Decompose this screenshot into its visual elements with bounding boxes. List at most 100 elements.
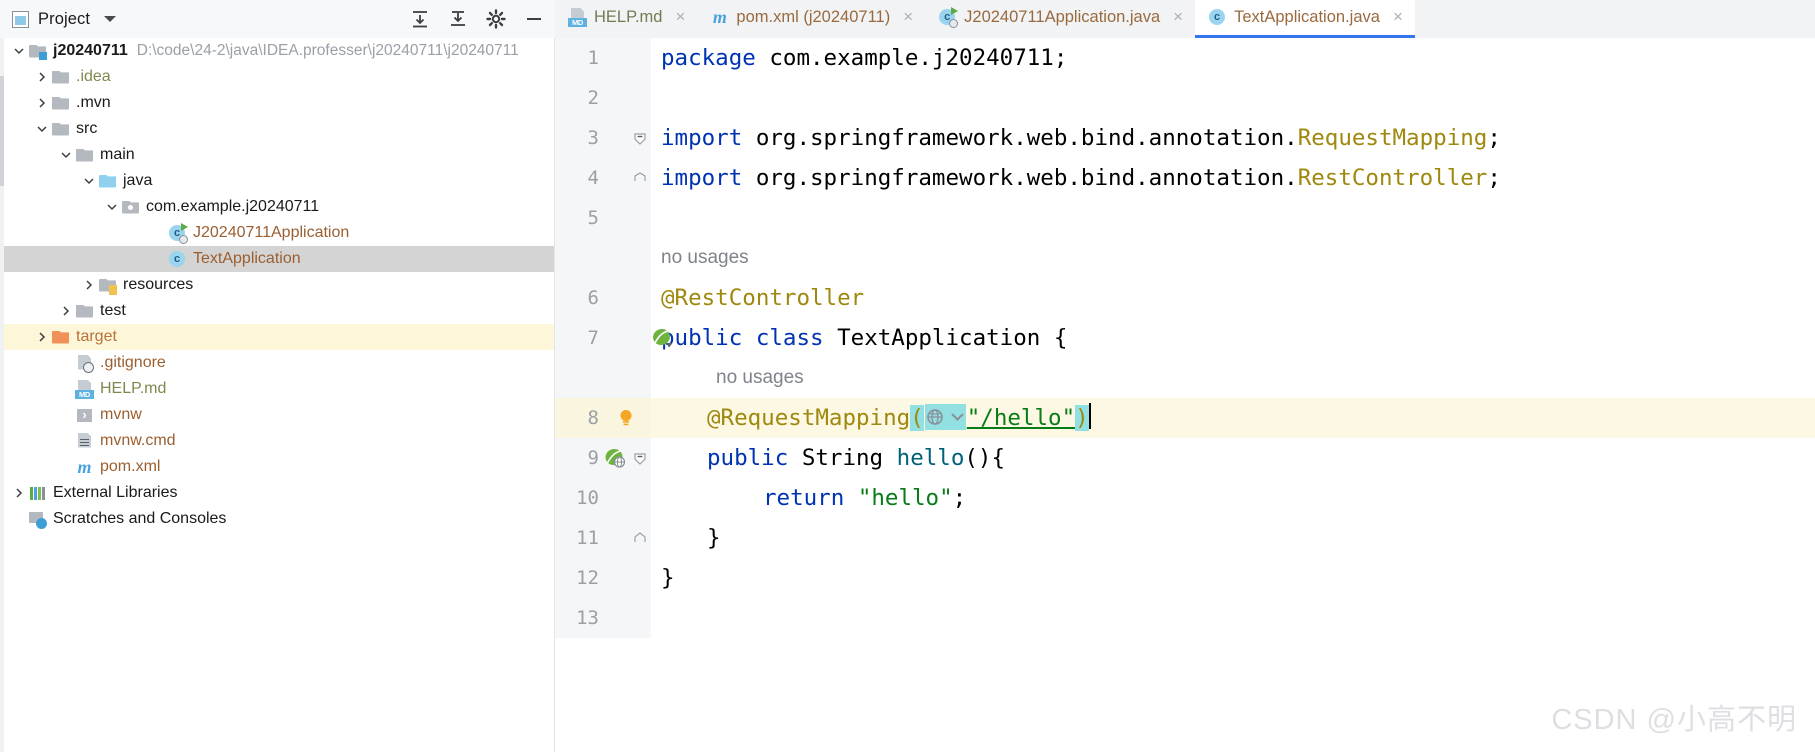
chevron-down-icon[interactable] (57, 149, 75, 161)
chevron-right-icon[interactable] (33, 97, 51, 109)
source-folder-icon (98, 172, 117, 191)
gutter-8: 8 (555, 398, 651, 438)
project-tool-window-label: Project (38, 9, 91, 28)
tree-row-help-md[interactable]: HELP.md (0, 376, 554, 402)
tree-row-external-libraries[interactable]: External Libraries (0, 480, 554, 506)
tree-row-gitignore[interactable]: .gitignore (0, 350, 554, 376)
code-line-7[interactable]: 7 public class TextApplication { (555, 318, 1815, 358)
code-line-4[interactable]: 4 import org.springframework.web.bind.an… (555, 158, 1815, 198)
gutter-inlay (555, 358, 651, 398)
tree-row-src[interactable]: src (0, 116, 554, 142)
code-editor[interactable]: 1 package com.example.j20240711; 2 3 imp… (555, 38, 1815, 752)
code-line-6[interactable]: 6 @RestController (555, 278, 1815, 318)
chevron-down-icon[interactable] (103, 201, 121, 213)
code-line-11[interactable]: 11 } (555, 518, 1815, 558)
chevron-down-icon[interactable] (10, 45, 28, 57)
editor-tab-help-md[interactable]: HELP.md × (555, 0, 698, 38)
code-line-10[interactable]: 10 return "hello"; (555, 478, 1815, 518)
inlay-hint-row-class: no usages (555, 238, 1815, 278)
code-line-9[interactable]: 9 public String hello(){ (555, 438, 1815, 478)
close-icon[interactable]: × (903, 8, 913, 27)
code-line-12[interactable]: 12 } (555, 558, 1815, 598)
watermark: CSDN @小高不明 (1551, 704, 1797, 736)
open-brace: { (1053, 325, 1068, 351)
line-number: 12 (576, 567, 599, 589)
tree-row-resources[interactable]: resources (0, 272, 554, 298)
chevron-right-icon[interactable] (80, 279, 98, 291)
tree-row-pom-xml[interactable]: m pom.xml (0, 454, 554, 480)
code-line-3[interactable]: 3 import org.springframework.web.bind.an… (555, 118, 1815, 158)
chevron-down-icon[interactable] (33, 123, 51, 135)
spring-request-mapping-icon[interactable] (603, 447, 627, 469)
chevron-down-icon[interactable] (104, 16, 117, 22)
code-line-2[interactable]: 2 (555, 78, 1815, 118)
code-line-1[interactable]: 1 package com.example.j20240711; (555, 38, 1815, 78)
gear-icon[interactable] (485, 8, 507, 30)
fold-region-end-icon[interactable] (633, 531, 647, 545)
line-number: 1 (587, 47, 599, 69)
chevron-right-icon[interactable] (57, 305, 75, 317)
maven-file-icon: m (77, 456, 92, 477)
close-icon[interactable]: × (1173, 8, 1183, 27)
collapse-all-icon[interactable] (447, 8, 469, 30)
chevron-right-icon[interactable] (33, 331, 51, 343)
tree-scrollbar-thumb[interactable] (0, 76, 4, 186)
inlay-usages-hint[interactable]: no usages (651, 367, 804, 389)
tree-row-scratches-and-consoles[interactable]: Scratches and Consoles (0, 506, 554, 532)
spring-bean-icon[interactable] (651, 327, 675, 349)
editor-tab-textapplication-java[interactable]: TextApplication.java × (1195, 0, 1415, 38)
tree-row-label: src (76, 120, 98, 137)
fold-region-start-icon[interactable] (633, 131, 647, 145)
top-bar: Project MD HELP.md × m pom.xml (j2024071… (0, 0, 1815, 38)
code-line-13[interactable]: 13 (555, 598, 1815, 638)
tree-row-textapplication[interactable]: TextApplication (0, 246, 554, 272)
mapping-path-value[interactable]: "/hello" (967, 405, 1075, 431)
chevron-right-icon[interactable] (33, 71, 51, 83)
gutter-marker (601, 38, 649, 78)
tree-row-test[interactable]: test (0, 298, 554, 324)
minimize-icon[interactable] (523, 8, 545, 30)
tree-row-label: Scratches and Consoles (53, 510, 227, 527)
fold-region-end-icon[interactable] (633, 171, 647, 185)
chevron-right-icon[interactable] (10, 487, 28, 499)
editor-tab-label: pom.xml (j20240711) (736, 8, 891, 26)
fold-region-start-icon[interactable] (633, 451, 647, 465)
tree-row-target[interactable]: target (0, 324, 554, 350)
close-icon[interactable]: × (675, 8, 685, 27)
expand-all-icon[interactable] (409, 8, 431, 30)
tree-row-j20240711application[interactable]: J20240711Application (0, 220, 554, 246)
tree-row-j20240711[interactable]: j20240711 D:\code\24-2\java\IDEA.profess… (0, 38, 554, 64)
gutter-1: 1 (555, 38, 651, 78)
gutter-9: 9 (555, 438, 651, 478)
tree-row-main[interactable]: main (0, 142, 554, 168)
tree-row-label: .mvn (76, 94, 111, 111)
import-package: org.springframework.web.bind.annotation. (742, 165, 1298, 191)
editor-tab-label: J20240711Application.java (964, 8, 1161, 26)
code-line-5[interactable]: 5 (555, 198, 1815, 238)
chevron-down-icon[interactable] (80, 175, 98, 187)
editor-tab-pom-xml[interactable]: m pom.xml (j20240711) × (697, 0, 926, 38)
inlay-usages-hint[interactable]: no usages (651, 247, 749, 269)
editor-tab-j20240711application-java[interactable]: J20240711Application.java × (925, 0, 1196, 38)
intention-bulb-icon[interactable] (617, 408, 635, 428)
project-tool-window-header[interactable]: Project (0, 0, 555, 38)
close-icon[interactable]: × (1393, 8, 1403, 27)
tree-row-mvn[interactable]: .mvn (0, 90, 554, 116)
libraries-icon (28, 484, 47, 503)
gutter-5: 5 (555, 198, 651, 238)
gutter-marker (601, 318, 673, 358)
tree-row-idea[interactable]: .idea (0, 64, 554, 90)
code-text: @RequestMapping("/hello") (651, 403, 1815, 432)
tree-row-java[interactable]: java (0, 168, 554, 194)
tree-row-mvnw[interactable]: mvnw (0, 402, 554, 428)
semicolon: ; (1487, 125, 1501, 151)
gutter-6: 6 (555, 278, 651, 318)
tree-row-mvnw-cmd[interactable]: mvnw.cmd (0, 428, 554, 454)
gutter-13: 13 (555, 598, 651, 638)
import-package: org.springframework.web.bind.annotation. (742, 125, 1298, 151)
keyword-public: public (707, 445, 789, 471)
web-mapping-globe-icon[interactable] (924, 404, 966, 431)
open-paren-matched: ( (910, 404, 924, 431)
tree-row-com-example-j20240711[interactable]: com.example.j20240711 (0, 194, 554, 220)
code-line-8[interactable]: 8 @RequestMapping("/hello") (555, 398, 1815, 438)
